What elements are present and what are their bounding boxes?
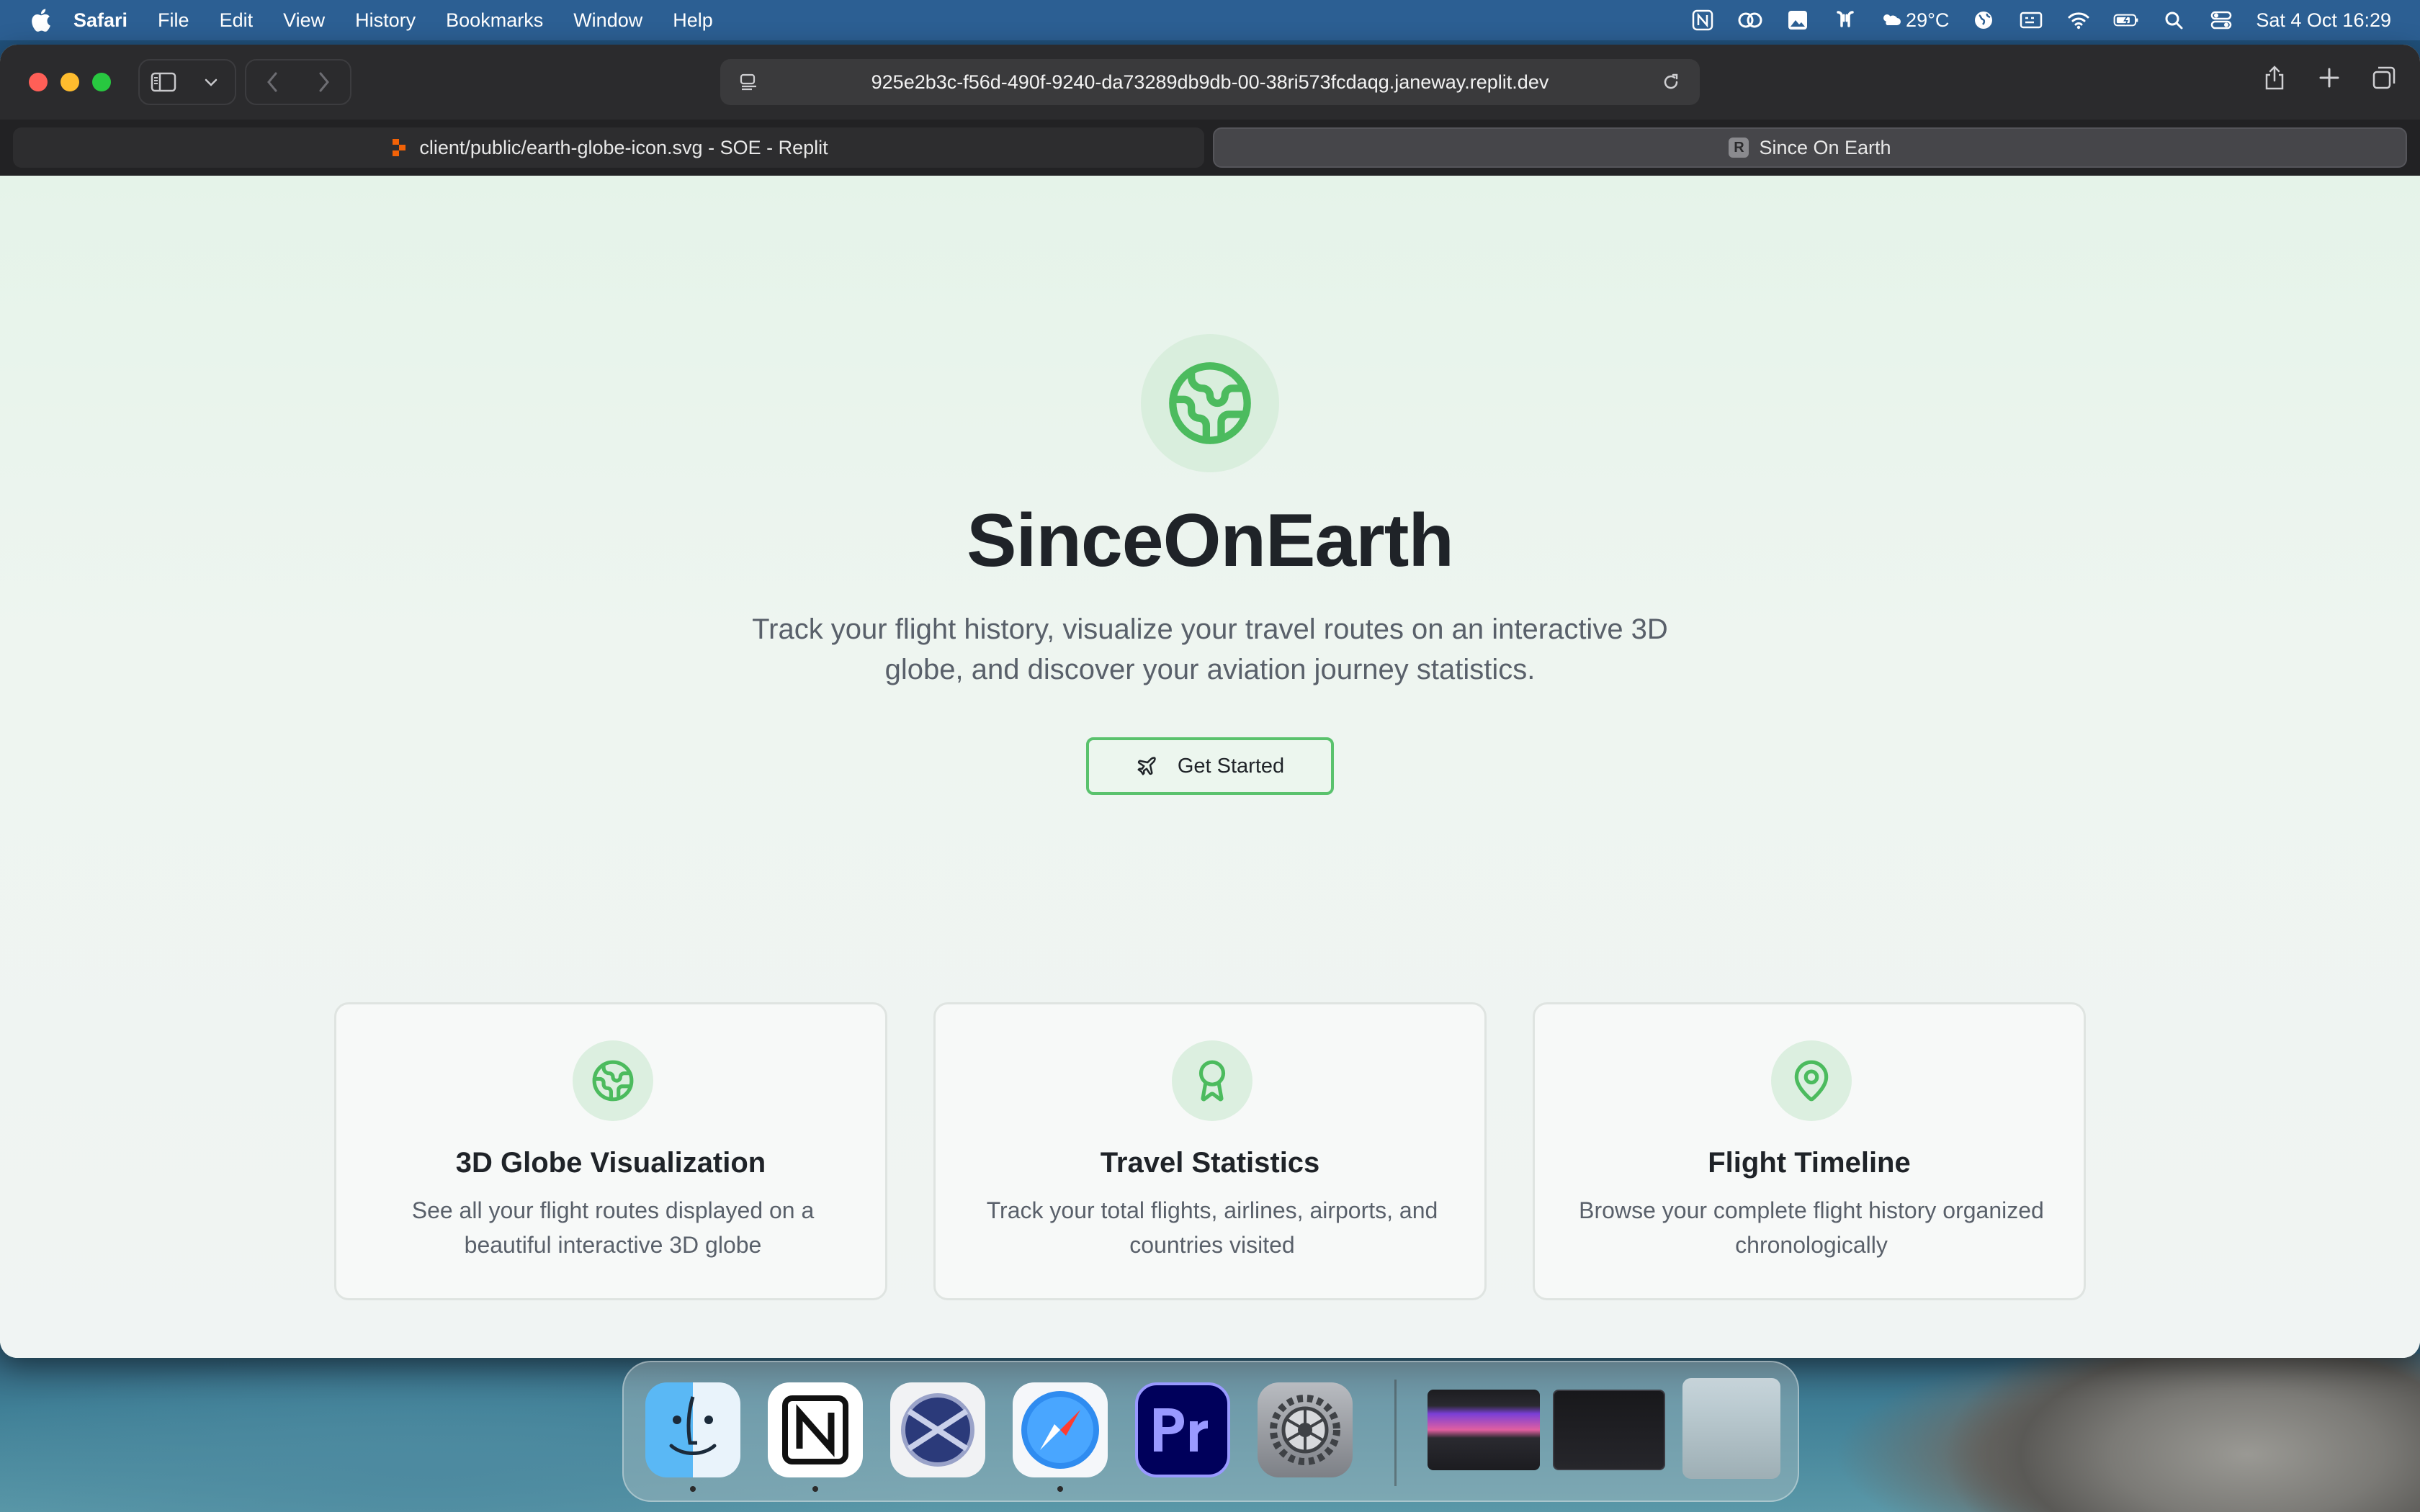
feature-globe-badge (573, 1040, 653, 1121)
feature-award-badge (1172, 1040, 1252, 1121)
feature-title: 3D Globe Visualization (455, 1147, 766, 1179)
menu-bookmarks[interactable]: Bookmarks (446, 9, 543, 32)
finder-running-indicator (690, 1486, 696, 1492)
airpods-icon[interactable] (1832, 7, 1858, 33)
instruments-app-icon[interactable] (890, 1382, 985, 1477)
menu-edit[interactable]: Edit (220, 9, 254, 32)
minimize-window-button[interactable] (60, 73, 79, 91)
feature-map-pin-badge (1771, 1040, 1852, 1121)
feature-title: Travel Statistics (1100, 1147, 1320, 1179)
vpn-globe-icon[interactable] (1971, 7, 1996, 33)
menu-window[interactable]: Window (573, 9, 642, 32)
minimized-window-thumbnail-2[interactable] (1553, 1390, 1665, 1470)
web-page: SinceOnEarth Track your flight history, … (0, 176, 2420, 1358)
finder-app-icon[interactable] (645, 1382, 740, 1477)
browser-toolbar: 925e2b3c-f56d-490f-9240-da73289db9db-00-… (0, 45, 2420, 120)
menubar-clock[interactable]: Sat 4 Oct 16:29 (2256, 9, 2391, 32)
menu-view[interactable]: View (283, 9, 325, 32)
dock-separator (1394, 1380, 1397, 1486)
weather-temp: 29°C (1906, 9, 1950, 31)
url-text[interactable]: 925e2b3c-f56d-490f-9240-da73289db9db-00-… (778, 71, 1642, 94)
navigation-group (245, 59, 351, 105)
hero-subtitle: Track your flight history, visualize you… (752, 613, 1668, 685)
tab-replit-label: client/public/earth-globe-icon.svg - SOE… (419, 136, 828, 158)
creative-cloud-icon[interactable] (1737, 7, 1763, 33)
menu-history[interactable]: History (355, 9, 416, 32)
new-tab-plus-icon[interactable] (2315, 63, 2344, 92)
sidebar-icon[interactable] (149, 68, 178, 96)
feature-description: Track your total flights, airlines, airp… (986, 1197, 1438, 1258)
tab-overview-icon[interactable] (2370, 63, 2398, 92)
keyboard-input-icon[interactable] (2018, 7, 2044, 33)
close-window-button[interactable] (29, 73, 48, 91)
site-favicon-icon: R (1729, 138, 1749, 158)
feature-card-statistics: Travel Statistics Track your total fligh… (933, 1002, 1487, 1300)
safari-window: 925e2b3c-f56d-490f-9240-da73289db9db-00-… (0, 45, 2420, 1358)
battery-icon[interactable] (2113, 7, 2139, 33)
premiere-pro-app-icon[interactable] (1135, 1382, 1230, 1477)
minimized-window-thumbnail-1[interactable] (1428, 1390, 1540, 1470)
control-center-icon[interactable] (2208, 7, 2234, 33)
wallpaper-rock (1916, 1354, 2420, 1512)
address-bar[interactable]: 925e2b3c-f56d-490f-9240-da73289db9db-00-… (720, 59, 1700, 105)
notion-status-icon[interactable] (1690, 7, 1716, 33)
apple-menu-icon[interactable] (26, 6, 55, 35)
award-icon (1198, 1060, 1226, 1102)
plane-icon (1137, 757, 1156, 775)
feature-description: See all your flight routes displayed on … (411, 1197, 815, 1258)
safari-running-indicator (1057, 1486, 1063, 1492)
menu-file[interactable]: File (158, 9, 189, 32)
window-controls (29, 73, 111, 91)
hero-title: SinceOnEarth (967, 499, 1454, 582)
page-menu-icon[interactable] (735, 68, 763, 96)
get-started-button[interactable]: Get Started (1086, 737, 1334, 795)
trash-icon[interactable] (1682, 1378, 1780, 1479)
tab-replit[interactable]: client/public/earth-globe-icon.svg - SOE… (13, 127, 1204, 168)
forward-arrow-icon[interactable] (310, 68, 339, 96)
image-status-icon[interactable] (1785, 7, 1811, 33)
sidebar-toggle-group (138, 59, 236, 105)
wifi-icon[interactable] (2066, 7, 2092, 33)
tab-since-on-earth-label: Since On Earth (1759, 136, 1891, 158)
spotlight-search-icon[interactable] (2161, 7, 2187, 33)
chevron-down-icon[interactable] (197, 68, 225, 96)
share-icon[interactable] (2260, 63, 2289, 92)
menu-app-name[interactable]: Safari (73, 9, 127, 32)
menu-bar: Safari File Edit View History Bookmarks … (0, 0, 2420, 40)
feature-card-timeline: Flight Timeline Browse your complete fli… (1533, 1002, 2086, 1300)
tab-bar: client/public/earth-globe-icon.svg - SOE… (0, 120, 2420, 176)
notion-running-indicator (812, 1486, 818, 1492)
hero-globe-badge (1141, 334, 1279, 472)
features-grid: 3D Globe Visualization See all your flig… (334, 1002, 2086, 1300)
globe-icon (592, 1060, 634, 1102)
replit-favicon-icon (389, 138, 409, 158)
feature-title: Flight Timeline (1708, 1147, 1911, 1179)
notion-app-icon[interactable] (768, 1382, 863, 1477)
safari-app-icon[interactable] (1013, 1382, 1108, 1477)
get-started-label: Get Started (1177, 754, 1285, 778)
reload-icon[interactable] (1657, 68, 1685, 96)
zoom-window-button[interactable] (92, 73, 111, 91)
feature-description: Browse your complete flight history orga… (1579, 1197, 2044, 1258)
tab-since-on-earth[interactable]: R Since On Earth (1213, 127, 2407, 168)
menu-help[interactable]: Help (673, 9, 713, 32)
toolbar-right-actions (2260, 63, 2398, 92)
weather-icon[interactable]: 29°C (1880, 7, 1949, 33)
globe-icon (1169, 362, 1251, 444)
back-arrow-icon[interactable] (258, 68, 287, 96)
system-settings-app-icon[interactable] (1258, 1382, 1353, 1477)
map-pin-icon (1794, 1060, 1829, 1102)
feature-card-globe: 3D Globe Visualization See all your flig… (334, 1002, 887, 1300)
dock (622, 1361, 1799, 1502)
